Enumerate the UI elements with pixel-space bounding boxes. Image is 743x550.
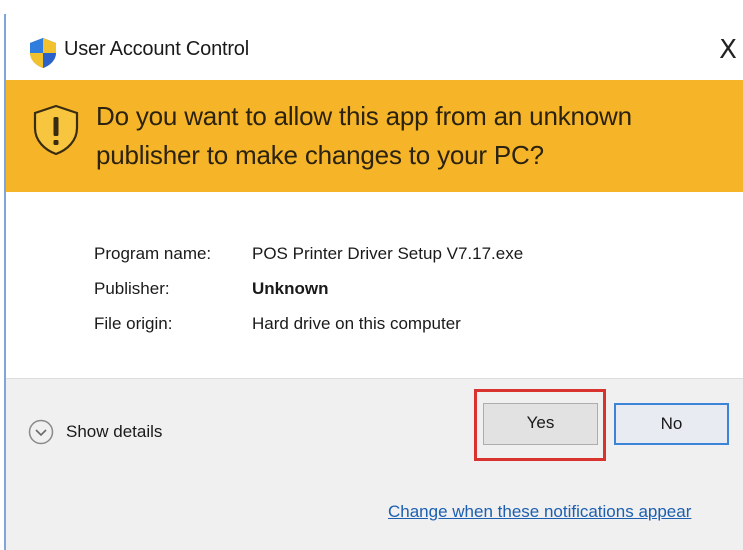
change-notifications-link[interactable]: Change when these notifications appear	[388, 502, 691, 522]
file-origin-value: Hard drive on this computer	[252, 314, 461, 333]
warning-banner: Do you want to allow this app from an un…	[6, 80, 743, 192]
uac-dialog: User Account Control X Do you want to al…	[0, 0, 743, 550]
chevron-down-circle-icon	[28, 419, 54, 445]
dialog-footer: Show details Yes No Change when these no…	[6, 378, 743, 550]
program-info: Program name: POS Printer Driver Setup V7…	[6, 192, 743, 378]
yes-button[interactable]: Yes	[483, 403, 598, 445]
publisher-value: Unknown	[252, 279, 329, 298]
window-title: User Account Control	[64, 38, 249, 60]
program-name-value: POS Printer Driver Setup V7.17.exe	[252, 244, 524, 263]
uac-shield-icon	[30, 38, 56, 68]
title-bar: User Account Control X	[6, 14, 743, 80]
show-details-label: Show details	[66, 422, 163, 441]
program-name-label: Program name:	[94, 244, 212, 263]
banner-question-line-2: publisher to make changes to your PC?	[96, 140, 544, 170]
banner-question-line-1: Do you want to allow this app from an un…	[96, 101, 632, 131]
no-button[interactable]: No	[614, 403, 729, 445]
program-name-row: Program name: POS Printer Driver Setup V7…	[94, 244, 523, 272]
show-details-toggle[interactable]: Show details	[28, 417, 162, 447]
publisher-row: Publisher: Unknown	[94, 279, 329, 307]
banner-question: Do you want to allow this app from an un…	[96, 97, 716, 175]
publisher-label: Publisher:	[94, 279, 170, 298]
file-origin-row: File origin: Hard drive on this computer	[94, 314, 461, 342]
close-button[interactable]: X	[710, 30, 743, 70]
warning-shield-icon	[33, 104, 79, 156]
file-origin-label: File origin:	[94, 314, 173, 333]
